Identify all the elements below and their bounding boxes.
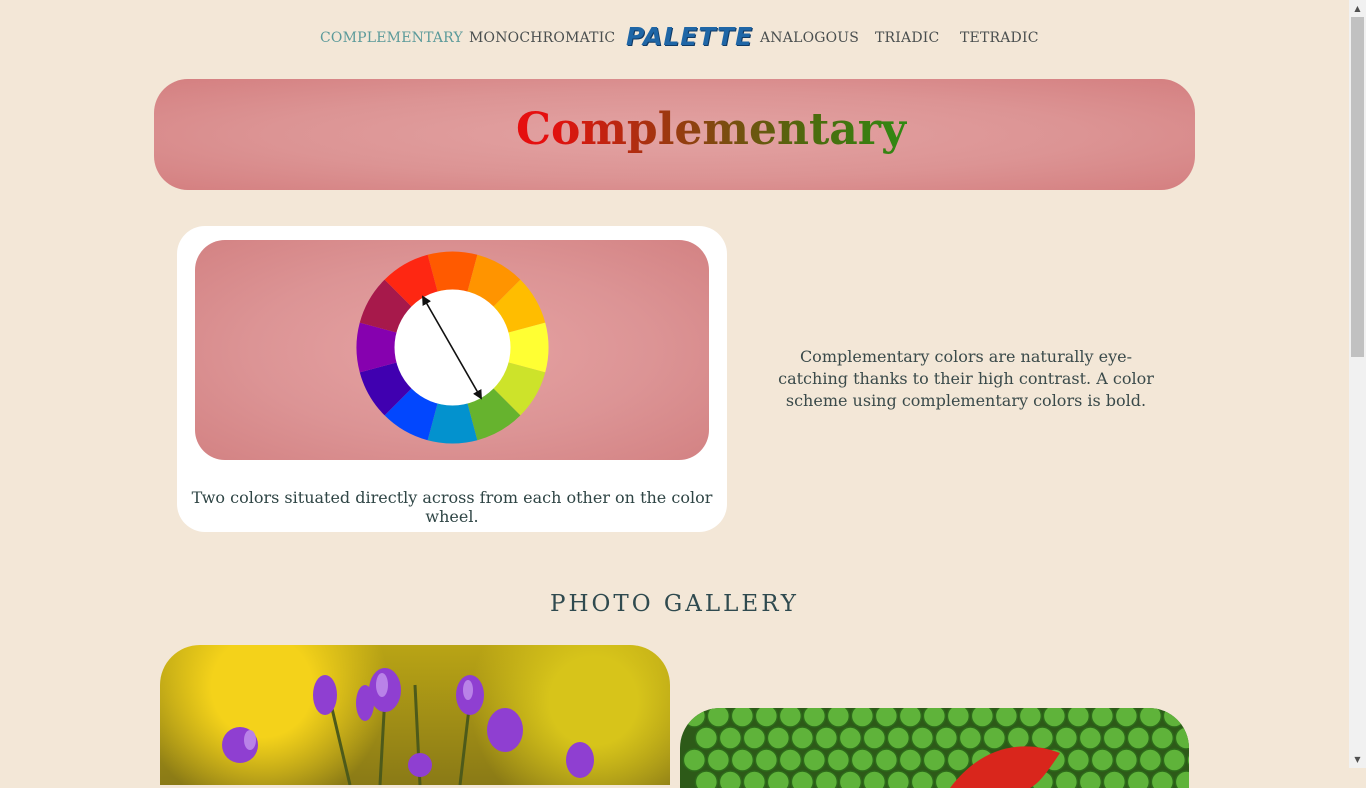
pea <box>718 770 743 788</box>
pea <box>790 726 815 750</box>
pea <box>730 708 755 728</box>
pea <box>790 770 815 788</box>
pea <box>970 708 995 728</box>
pea <box>754 708 779 728</box>
pea <box>1054 726 1079 750</box>
pea <box>682 708 707 728</box>
gallery-heading: PHOTO GALLERY <box>549 591 799 617</box>
scroll-thumb[interactable] <box>1351 17 1364 357</box>
pea <box>742 726 767 750</box>
pea <box>1138 708 1163 728</box>
page: COMPLEMENTARY MONOCHROMATIC PALETTE ANAL… <box>0 0 1349 788</box>
card-caption: Two colors situated directly across from… <box>191 488 713 526</box>
pea <box>1042 708 1067 728</box>
pea <box>910 770 935 788</box>
pea <box>1066 708 1091 728</box>
nav-analogous[interactable]: ANALOGOUS <box>760 30 859 46</box>
pea <box>1186 708 1189 724</box>
pea <box>1174 726 1189 750</box>
pea <box>826 708 851 728</box>
pea <box>886 770 911 788</box>
peas-image <box>682 708 1189 788</box>
pea <box>958 726 983 750</box>
nav-monochromatic[interactable]: MONOCHROMATIC <box>469 30 615 46</box>
scroll-down-icon[interactable]: ▼ <box>1349 751 1366 768</box>
nav-complementary[interactable]: COMPLEMENTARY <box>320 30 463 46</box>
color-wheel-panel <box>195 240 709 460</box>
pea <box>694 726 719 750</box>
pea <box>898 708 923 728</box>
pea <box>766 770 791 788</box>
pea <box>814 770 839 788</box>
page-title: Complementary <box>516 104 907 155</box>
pea <box>1030 726 1055 750</box>
pea <box>850 708 875 728</box>
pea <box>910 726 935 750</box>
pea <box>922 708 947 728</box>
concept-card: Two colors situated directly across from… <box>177 226 727 532</box>
scroll-up-icon[interactable]: ▲ <box>1349 0 1366 17</box>
pea <box>838 770 863 788</box>
pea <box>1126 770 1151 788</box>
pea <box>802 708 827 728</box>
nav-tetradic[interactable]: TETRADIC <box>960 30 1039 46</box>
pea <box>1114 708 1139 728</box>
site-logo[interactable]: PALETTE <box>626 22 753 51</box>
description-text: Complementary colors are naturally eye-c… <box>778 347 1154 410</box>
pea <box>886 726 911 750</box>
pea <box>1018 708 1043 728</box>
flowers-image <box>222 668 594 785</box>
pea <box>706 708 731 728</box>
pea <box>778 708 803 728</box>
pea <box>862 770 887 788</box>
color-wheel <box>356 251 549 444</box>
pea <box>1078 726 1103 750</box>
pea <box>874 708 899 728</box>
pea <box>1054 770 1079 788</box>
pea <box>1150 770 1175 788</box>
pea <box>1102 726 1127 750</box>
pea <box>1006 726 1031 750</box>
pea <box>946 708 971 728</box>
pea <box>694 770 719 788</box>
nav-triadic[interactable]: TRIADIC <box>875 30 939 46</box>
pea <box>1090 708 1115 728</box>
photo-green-peas[interactable] <box>680 708 1189 788</box>
pea <box>838 726 863 750</box>
pea <box>1102 770 1127 788</box>
photo-purple-flowers[interactable] <box>160 645 670 785</box>
pea <box>766 726 791 750</box>
pea <box>1174 770 1189 788</box>
pea <box>862 726 887 750</box>
pea <box>718 726 743 750</box>
pea <box>1126 726 1151 750</box>
pea <box>994 708 1019 728</box>
pea <box>1150 726 1175 750</box>
pea <box>1162 708 1187 728</box>
pea <box>982 726 1007 750</box>
top-nav: COMPLEMENTARY MONOCHROMATIC PALETTE ANAL… <box>0 22 1349 56</box>
pea <box>1078 770 1103 788</box>
pea <box>742 770 767 788</box>
pea <box>934 726 959 750</box>
pea <box>814 726 839 750</box>
